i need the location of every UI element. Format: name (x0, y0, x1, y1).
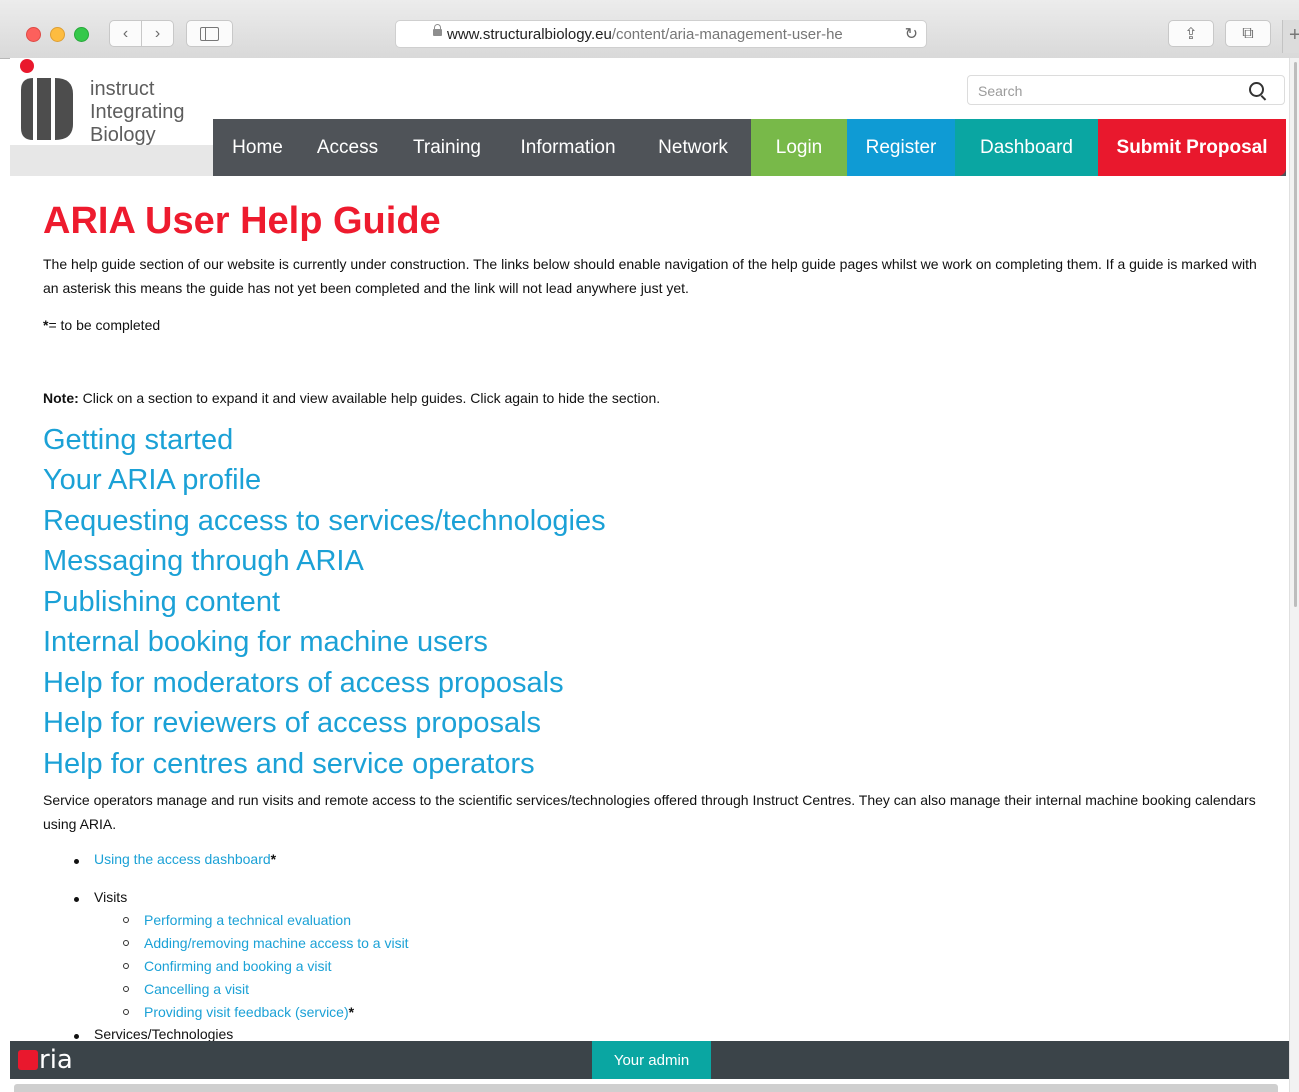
list-item: Adding/removing machine access to a visi… (123, 935, 409, 951)
scrollbar-thumb[interactable] (1294, 62, 1297, 607)
lock-icon (433, 24, 442, 36)
nav-dashboard[interactable]: Dashboard (955, 119, 1098, 176)
visits-label: Visits (94, 889, 128, 905)
section-aria-profile[interactable]: Your ARIA profile (43, 462, 261, 498)
section-messaging[interactable]: Messaging through ARIA (43, 543, 364, 579)
forward-button[interactable]: › (142, 20, 174, 47)
page-title: ARIA User Help Guide (43, 200, 441, 242)
intro-paragraph: The help guide section of our website is… (43, 256, 1257, 296)
site-search (967, 75, 1285, 105)
aria-logo-text: ria (39, 1045, 73, 1075)
search-input[interactable] (976, 77, 1240, 105)
list-item: Performing a technical evaluation (123, 912, 351, 928)
close-window-button[interactable] (26, 27, 41, 42)
zoom-window-button[interactable] (74, 27, 89, 42)
nav-network[interactable]: Network (635, 119, 751, 176)
sidebar-toggle-button[interactable] (186, 20, 233, 47)
list-item: Providing visit feedback (service)* (123, 1004, 354, 1020)
section-requesting-access[interactable]: Requesting access to services/technologi… (43, 503, 606, 539)
asterisk-star: * (348, 1004, 355, 1020)
nav-home[interactable]: Home (213, 119, 302, 176)
list-item: Confirming and booking a visit (123, 958, 332, 974)
list-item: Using the access dashboard* (74, 851, 276, 867)
plus-icon: + (1289, 24, 1299, 46)
chevron-left-icon: ‹ (122, 24, 129, 42)
service-operators-description: Service operators manage and run visits … (43, 792, 1256, 832)
link-cancel-visit[interactable]: Cancelling a visit (144, 981, 249, 997)
section-moderators[interactable]: Help for moderators of access proposals (43, 665, 564, 701)
section-internal-booking[interactable]: Internal booking for machine users (43, 624, 488, 660)
note-text: Click on a section to expand it and view… (78, 390, 661, 406)
asterisk-text: = to be completed (48, 317, 161, 333)
nav-information[interactable]: Information (501, 119, 635, 176)
aria-logo[interactable]: ria (18, 1045, 73, 1075)
share-icon: ⇪ (1184, 25, 1198, 43)
services-label: Services/Technologies (94, 1026, 234, 1042)
link-machine-access[interactable]: Adding/removing machine access to a visi… (144, 935, 409, 951)
note-paragraph: Note: Click on a section to expand it an… (43, 386, 660, 410)
url-text: www.structuralbiology.eu/content/aria-ma… (447, 26, 843, 43)
section-reviewers[interactable]: Help for reviewers of access proposals (43, 705, 541, 741)
link-access-dashboard[interactable]: Using the access dashboard (94, 851, 271, 867)
header-band (10, 145, 213, 176)
show-tabs-button[interactable]: ⧉ (1225, 20, 1271, 47)
list-item: Visits (74, 889, 127, 905)
new-tab-button[interactable]: + (1282, 20, 1299, 53)
nav-access[interactable]: Access (302, 119, 393, 176)
back-button[interactable]: ‹ (109, 20, 142, 47)
nav-login[interactable]: Login (751, 119, 847, 176)
brand-line3: Biology (90, 124, 156, 146)
status-strip (14, 1084, 1278, 1092)
instruct-logo[interactable] (17, 58, 77, 142)
asterisk-star: * (270, 851, 277, 867)
chevron-right-icon: › (154, 24, 161, 42)
nav-register[interactable]: Register (847, 119, 955, 176)
brand-line2: Integrating (90, 101, 185, 123)
address-bar[interactable]: www.structuralbiology.eu/content/aria-ma… (395, 20, 927, 48)
brand-line1: instruct (90, 78, 155, 100)
sidebar-icon (200, 26, 219, 41)
reload-icon[interactable]: ↻ (905, 24, 918, 44)
minimize-window-button[interactable] (50, 27, 65, 42)
url-domain: www.structuralbiology.eu (447, 25, 612, 43)
link-visit-feedback[interactable]: Providing visit feedback (service) (144, 1004, 349, 1020)
link-confirm-booking[interactable]: Confirming and booking a visit (144, 958, 332, 974)
main-navigation: Home Access Training Information Network… (213, 119, 1286, 176)
section-centres[interactable]: Help for centres and service operators (43, 746, 535, 782)
url-path: /content/aria-management-user-he (611, 25, 843, 43)
aria-logo-icon (18, 1050, 38, 1070)
brand-wordmark[interactable]: instruct Integrating Biology (90, 78, 185, 147)
link-technical-evaluation[interactable]: Performing a technical evaluation (144, 912, 351, 928)
your-admin-button[interactable]: Your admin (592, 1041, 711, 1079)
tabs-icon: ⧉ (1242, 24, 1254, 42)
list-item: Services/Technologies (74, 1026, 233, 1042)
search-icon[interactable] (1249, 82, 1264, 97)
nav-training[interactable]: Training (393, 119, 501, 176)
section-publishing[interactable]: Publishing content (43, 584, 280, 620)
asterisk-legend: *= to be completed (43, 313, 160, 337)
share-button[interactable]: ⇪ (1168, 20, 1214, 47)
nav-submit-proposal[interactable]: Submit Proposal (1098, 119, 1286, 176)
section-getting-started[interactable]: Getting started (43, 422, 233, 458)
list-item: Cancelling a visit (123, 981, 249, 997)
note-label: Note: (43, 390, 79, 406)
